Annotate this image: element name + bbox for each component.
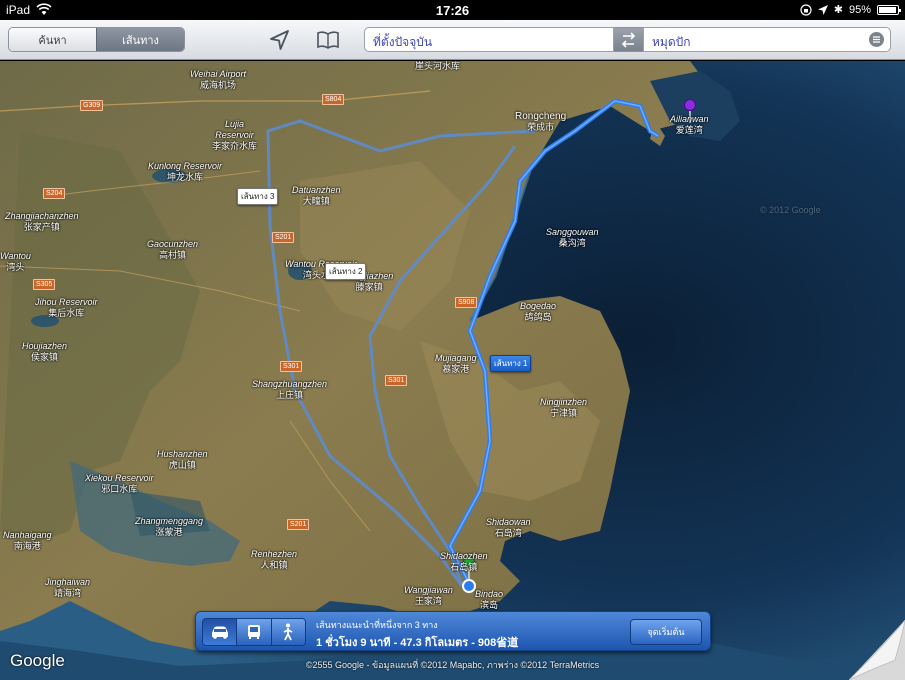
route-3-callout[interactable]: เส้นทาง 3 <box>237 188 279 205</box>
list-menu-icon[interactable] <box>869 32 884 47</box>
place-label: Renhezhen 人和镇 <box>251 549 298 570</box>
destination-pin[interactable] <box>684 99 696 111</box>
place-label: Xiekou Reservoir 邪口水库 <box>85 473 154 494</box>
swap-arrows-icon <box>621 32 636 48</box>
car-icon <box>211 626 228 639</box>
tab-search[interactable]: ค้นหา <box>9 28 96 51</box>
place-label: Sanggouwan 桑沟湾 <box>546 227 599 248</box>
search-directions-segmented-control: ค้นหา เส้นทาง <box>8 27 185 52</box>
rotation-lock-icon <box>800 3 812 16</box>
location-services-icon <box>817 4 828 15</box>
page-curl[interactable] <box>849 620 905 680</box>
battery-fill <box>879 6 897 13</box>
map-watermark: © 2012 Google <box>760 205 821 215</box>
directions-panel: เส้นทางแนะนำที่หนึ่งจาก 3 ทาง 1 ชั่วโมง … <box>195 611 711 651</box>
place-label: Wantou 湾头 <box>0 251 31 272</box>
mode-car-button[interactable] <box>203 619 238 645</box>
walk-icon <box>283 623 293 641</box>
road-shield-s204: S204 <box>43 188 66 199</box>
bus-icon <box>247 625 260 639</box>
status-bar: iPad 17:26 ✱ 95% <box>0 0 905 20</box>
road-shield-s201: S201 <box>272 232 295 243</box>
book-icon[interactable] <box>316 29 340 51</box>
tab-directions[interactable]: เส้นทาง <box>96 28 184 51</box>
place-label: Wangjiawan 王家湾 <box>404 585 453 606</box>
place-label: Bogedao 鸪鸽岛 <box>520 301 557 322</box>
mode-walk-button[interactable] <box>271 619 305 645</box>
clock: 17:26 <box>435 3 470 18</box>
place-label: Kunlong Reservoir 坤龙水库 <box>148 161 223 182</box>
place-label: Shangzhuangzhen 上庄镇 <box>252 379 328 400</box>
place-label: Weihai Airport 威海机场 <box>190 69 247 90</box>
location-arrow-icon[interactable] <box>268 29 292 51</box>
current-location-dot <box>462 579 476 593</box>
route-2-callout[interactable]: เส้นทาง 2 <box>325 263 367 280</box>
place-label: Datuanzhen 大疃镇 <box>292 185 341 206</box>
road-shield-s908: S908 <box>455 297 478 308</box>
place-label: Mujiagang 慕家港 <box>435 353 477 374</box>
place-label: Rongcheng 荣成市 <box>515 111 567 132</box>
place-label: Ailianwan 爱莲湾 <box>670 114 709 135</box>
route-summary: เส้นทางแนะนำที่หนึ่งจาก 3 ทาง <box>316 620 438 630</box>
place-label: Jinghaiwan 靖海湾 <box>45 577 91 598</box>
toolbar: ค้นหา เส้นทาง ที่ตั้งปัจจุบัน หมุดปัก <box>0 20 905 60</box>
place-label: Gaocunzhen 高村镇 <box>147 239 199 260</box>
satellite-map[interactable]: G309 S804 S204 S305 S201 S201 S301 S301 … <box>0 61 905 680</box>
end-location-value: หมุดปัก <box>652 35 691 49</box>
road-shield-s201-south: S201 <box>287 519 310 530</box>
route-1-callout[interactable]: เส้นทาง 1 <box>490 355 532 372</box>
start-location-field[interactable]: ที่ตั้งปัจจุบัน <box>364 27 614 52</box>
road-shield-s804: S804 <box>322 94 345 105</box>
road-shield-s301-east: S301 <box>385 375 408 386</box>
place-label: Nanhaigang 南海港 <box>3 530 52 551</box>
place-label: 崖头河水库 <box>415 61 461 71</box>
place-label: Hushanzhen 虎山镇 <box>157 449 208 470</box>
place-label: Bindao 滨岛 <box>475 589 504 610</box>
place-label: Shidaozhen 石岛镇 <box>440 551 488 572</box>
place-label: Jihou Reservoir 集后水库 <box>35 297 98 318</box>
transport-mode-selector <box>202 618 306 646</box>
road-shield-g309: G309 <box>80 100 104 111</box>
start-button[interactable]: จุดเริ่มต้น <box>630 619 702 645</box>
map-copyright: ©2555 Google - ข้อมูลแผนที่ ©2012 Mapabc… <box>305 660 600 670</box>
bluetooth-icon: ✱ <box>833 4 843 16</box>
swap-button[interactable] <box>614 27 643 52</box>
road-shield-s301: S301 <box>280 361 303 372</box>
mode-bus-button[interactable] <box>237 619 272 645</box>
place-label: Houjiazhen 侯家镇 <box>22 341 68 362</box>
place-label: Zhangjiachanzhen 张家产镇 <box>5 211 79 232</box>
place-label: Ningjinzhen 宁津镇 <box>540 397 588 418</box>
route-detail: 1 ชั่วโมง 9 นาที - 47.3 กิโลเมตร - 908省道 <box>316 637 519 649</box>
end-location-field[interactable]: หมุดปัก <box>643 27 891 52</box>
place-label: Zhangmenggang 涨蒙港 <box>135 516 204 537</box>
place-label: Lujia Reservoir 李家夼水库 <box>212 119 258 151</box>
battery-icon <box>877 4 901 15</box>
battery-percent: 95% <box>848 3 871 16</box>
place-label: Shidaowan 石岛湾 <box>486 517 531 538</box>
road-shield-s305: S305 <box>33 279 56 290</box>
